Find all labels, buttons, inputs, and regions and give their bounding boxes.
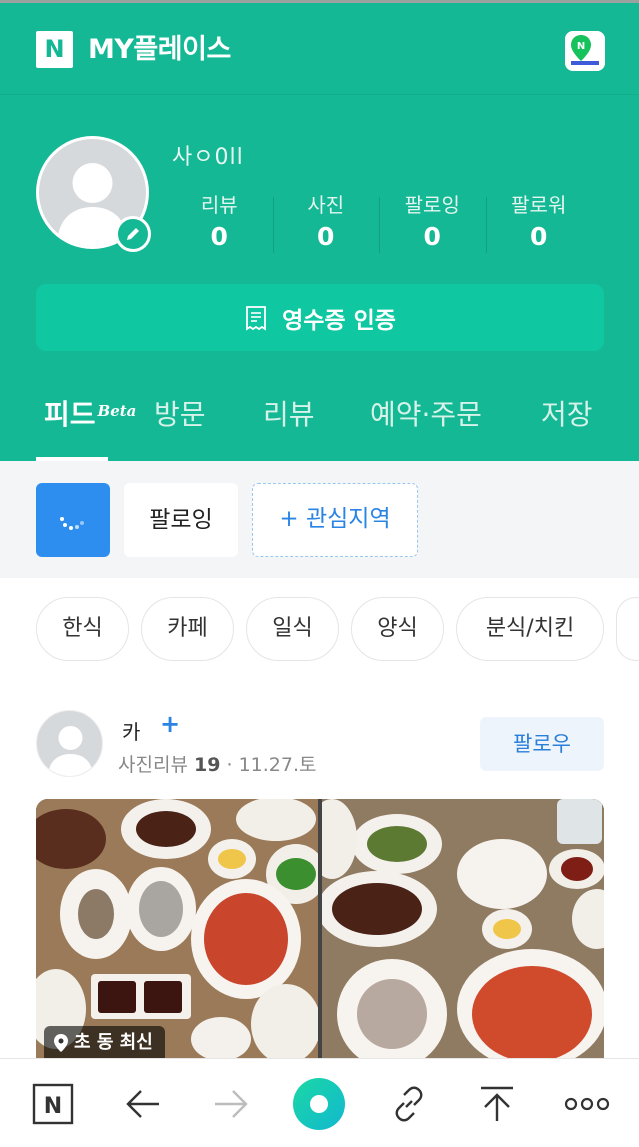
naver-home-button[interactable]: N (20, 1059, 86, 1147)
meta-separator: · (226, 754, 233, 776)
tab-reviews[interactable]: 리뷰 (263, 395, 315, 435)
green-dot-icon (293, 1077, 345, 1130)
profile-stats: 리뷰 0 사진 0 팔로잉 0 팔로워 0 (166, 191, 592, 257)
stat-photos[interactable]: 사진 0 (272, 191, 380, 257)
chip-more[interactable] (616, 597, 639, 661)
receipt-verify-button[interactable]: 영수증 인증 (36, 284, 604, 351)
forward-button[interactable] (198, 1059, 264, 1147)
chip-snack-chicken[interactable]: 분식/치킨 (456, 597, 604, 661)
app-bar: N MY플레이스 N (0, 3, 639, 95)
feed-filter-bar: 팔로잉 + 관심지역 (0, 461, 639, 578)
meta-count: 19 (193, 754, 221, 776)
profile-nickname: 사ㅇ0ll (172, 145, 244, 170)
stat-reviews[interactable]: 리뷰 0 (166, 191, 273, 257)
add-interest-area-button[interactable]: + 관심지역 (252, 483, 418, 557)
pencil-icon (127, 228, 139, 240)
receipt-icon (246, 305, 266, 331)
receipt-verify-label: 영수증 인증 (282, 307, 396, 334)
post-photo[interactable] (307, 799, 604, 1059)
arrow-right-icon (215, 1089, 248, 1118)
stat-following[interactable]: 팔로잉 0 (379, 191, 486, 257)
chip-japanese[interactable]: 일식 (246, 597, 339, 661)
arrow-left-icon (126, 1089, 159, 1118)
tab-feed[interactable]: 피드 Beta (44, 395, 136, 435)
naver-logo-icon: N (32, 1083, 74, 1124)
stat-label: 사진 (307, 193, 345, 217)
meta-prefix: 사진리뷰 (118, 754, 188, 776)
browser-bottom-bar: N (0, 1058, 639, 1147)
app-title: MY플레이스 (88, 34, 231, 65)
location-tag[interactable]: 초 동 최신 (44, 1026, 165, 1059)
chip-western[interactable]: 양식 (351, 597, 444, 661)
tab-saved[interactable]: 저장 (541, 395, 593, 435)
profile-tabs: 피드 Beta 방문 리뷰 예약·주문 저장 (0, 383, 639, 461)
more-dots-icon (564, 1097, 610, 1110)
stat-value: 0 (423, 222, 441, 251)
naver-logo-icon[interactable]: N (36, 31, 73, 68)
stat-label: 팔로워 (511, 193, 567, 217)
beta-badge: Beta (97, 402, 137, 420)
following-filter[interactable]: 팔로잉 (124, 483, 238, 557)
profile-header: N MY플레이스 N 사ㅇ0ll 리뷰 0 사진 0 팔로잉 0 팔로워 0 영… (0, 3, 639, 461)
more-button[interactable] (552, 1059, 622, 1147)
post-date: 11.27.토 (238, 754, 317, 776)
svg-text:N: N (44, 1094, 62, 1119)
loading-filter-button[interactable] (36, 483, 110, 557)
stat-label: 리뷰 (200, 193, 238, 217)
link-icon (395, 1086, 423, 1121)
stat-label: 팔로잉 (404, 193, 460, 217)
location-tag-label: 초 동 최신 (74, 1032, 153, 1053)
stat-followers[interactable]: 팔로워 0 (485, 191, 593, 257)
category-chips: 한식 카페 일식 양식 분식/치킨 (0, 597, 639, 661)
post-meta: 사진리뷰 19 · 11.27.토 (118, 750, 316, 777)
chip-cafe[interactable]: 카페 (141, 597, 234, 661)
scroll-top-button[interactable] (464, 1059, 530, 1147)
stat-value: 0 (317, 222, 335, 251)
stat-value: 0 (210, 222, 228, 251)
loading-spinner-icon (60, 517, 84, 530)
tab-reservations[interactable]: 예약·주문 (370, 395, 482, 435)
tab-label: 피드 (44, 398, 96, 431)
green-dot-button[interactable] (286, 1059, 352, 1147)
post-photos[interactable]: 초 동 최신 (36, 799, 604, 1059)
plus-icon: + (160, 710, 181, 738)
scroll-top-icon (481, 1086, 513, 1121)
tab-visits[interactable]: 방문 (154, 395, 206, 435)
chip-korean[interactable]: 한식 (36, 597, 129, 661)
post-header: 카 + 사진리뷰 19 · 11.27.토 팔로우 (0, 706, 639, 786)
stat-value: 0 (530, 222, 548, 251)
location-pin-icon (54, 1034, 68, 1052)
naver-map-icon[interactable]: N (565, 31, 605, 71)
svg-text:N: N (577, 41, 585, 52)
share-link-button[interactable] (376, 1059, 442, 1147)
post-author-avatar[interactable] (36, 710, 103, 777)
post-photo[interactable] (36, 799, 326, 1059)
follow-button[interactable]: 팔로우 (480, 717, 604, 771)
post-author-name[interactable]: 카 (122, 716, 140, 745)
edit-profile-button[interactable] (115, 216, 151, 252)
back-button[interactable] (110, 1059, 176, 1147)
